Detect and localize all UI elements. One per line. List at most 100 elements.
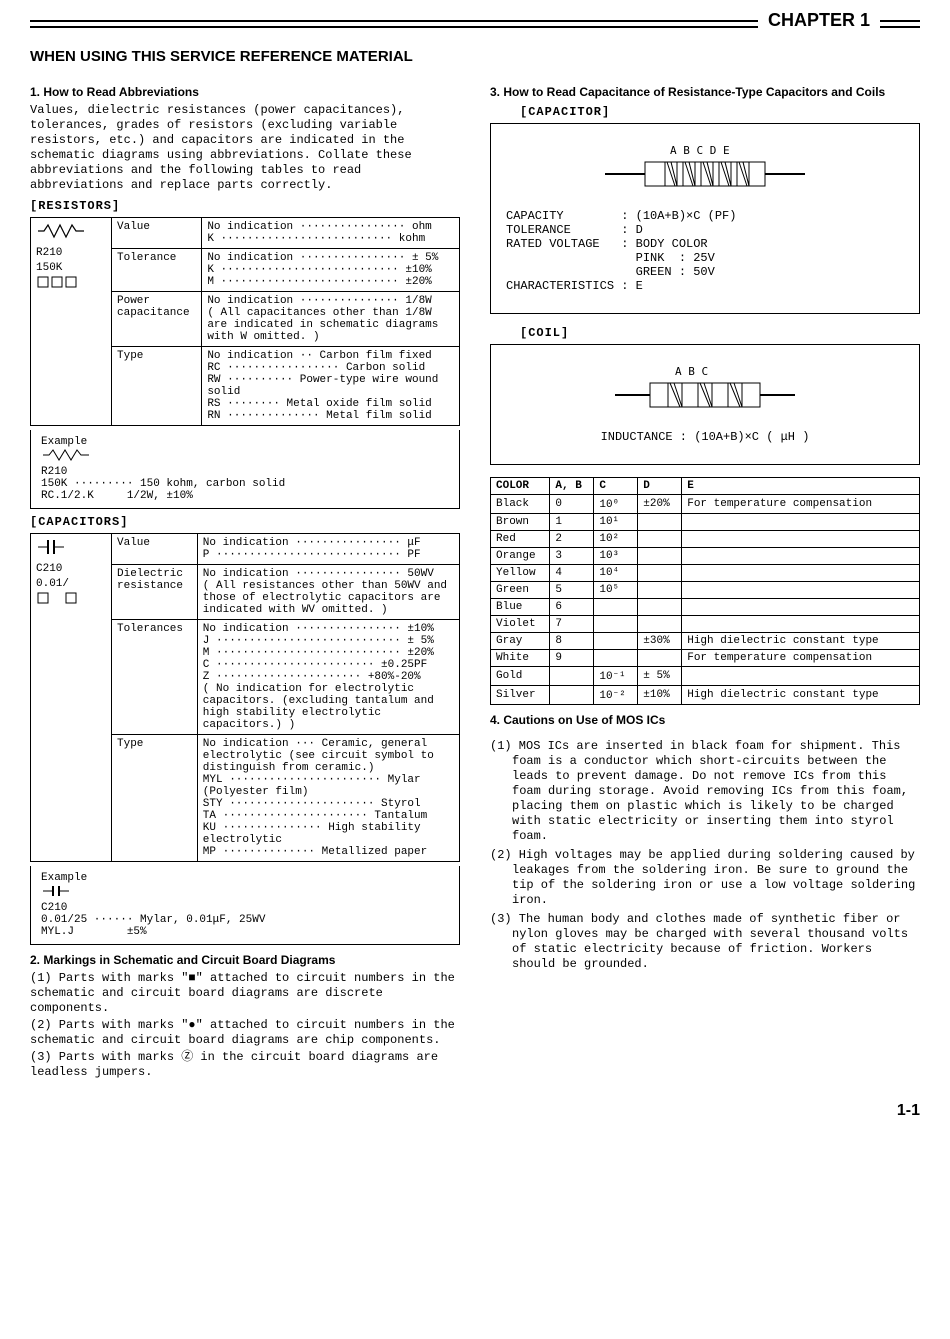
table-cell: 6 (550, 599, 594, 616)
table-header: C (594, 478, 638, 495)
table-cell: 5 (550, 582, 594, 599)
coil-diagram: A B C INDUCTANCE : (10A+B)×C ( μH ) (490, 344, 920, 465)
table-cell: White (491, 650, 550, 667)
table-cell: Violet (491, 616, 550, 633)
diagram-line: GREEN : 50V (506, 265, 904, 279)
row-val: No indication ················ ± 5% K ··… (202, 249, 460, 292)
capacitor-icon (36, 537, 66, 557)
caution-item: (1) MOS ICs are inserted in black foam f… (490, 739, 920, 844)
table-cell (638, 599, 682, 616)
box-icon (36, 591, 86, 605)
coil-diagram-label: [COIL] (520, 326, 920, 340)
row-key: Dielectric resistance (112, 565, 198, 620)
table-cell (682, 599, 920, 616)
caution-item: (3) The human body and clothes made of s… (490, 912, 920, 972)
table-cell (682, 514, 920, 531)
box-icon (36, 275, 86, 289)
table-row: Violet7 (491, 616, 920, 633)
table-header: D (638, 478, 682, 495)
table-row: Gray8±30%High dielectric constant type (491, 633, 920, 650)
table-cell (682, 565, 920, 582)
resistor-symbol-text: R210 150K (36, 247, 62, 273)
row-val: No indication ··· Ceramic, general elect… (197, 735, 459, 862)
diagram-line: RATED VOLTAGE : BODY COLOR (506, 237, 904, 251)
table-cell: ±10% (638, 686, 682, 705)
table-cell: 10⁰ (594, 495, 638, 514)
table-cell: Blue (491, 599, 550, 616)
sec1-intro: Values, dielectric resistances (power ca… (30, 103, 460, 193)
chapter-label: CHAPTER 1 (758, 10, 880, 31)
caution-item: (2) High voltages may be applied during … (490, 848, 920, 908)
table-header: COLOR (491, 478, 550, 495)
table-cell: Green (491, 582, 550, 599)
svg-text:A B C D E: A B C D E (670, 144, 730, 157)
capacitor-symbol-cell: C210 0.01/ (31, 534, 112, 862)
capacitor-body-icon: A B C D E (595, 144, 815, 194)
capacitors-table: C210 0.01/ Value No indication ·········… (30, 533, 460, 862)
table-cell: ± 5% (638, 667, 682, 686)
diagram-line: CAPACITY : (10A+B)×C (PF) (506, 209, 904, 223)
table-row: Red210² (491, 531, 920, 548)
row-key: Value (112, 534, 198, 565)
resistors-label: [RESISTORS] (30, 199, 460, 213)
table-cell: 10⁻² (594, 686, 638, 705)
resistors-table: R210 150K Value No indication ··········… (30, 217, 460, 426)
row-val: No indication ················ ±10% J ··… (197, 620, 459, 735)
resistor-symbol-cell: R210 150K (31, 218, 112, 426)
table-row: Brown110¹ (491, 514, 920, 531)
table-cell: 9 (550, 650, 594, 667)
table-header: A, B (550, 478, 594, 495)
resistor-icon (41, 448, 91, 462)
table-cell (594, 633, 638, 650)
table-cell: Black (491, 495, 550, 514)
color-code-table: COLORA, BCDE Black010⁰±20%For temperatur… (490, 477, 920, 705)
chapter-header: CHAPTER 1 (30, 20, 920, 28)
resistor-icon (36, 221, 86, 241)
table-cell (682, 616, 920, 633)
capacitor-icon (41, 884, 71, 898)
cautions-list: (1) MOS ICs are inserted in black foam f… (490, 739, 920, 972)
row-key: Tolerances (112, 620, 198, 735)
sec4-heading: 4. Cautions on Use of MOS ICs (490, 713, 920, 727)
capacitor-diagram: A B C D E CAPACITY : (10A+B)×C (PF) TOLE… (490, 123, 920, 314)
sec2-item: (2) Parts with marks "●" attached to cir… (30, 1018, 460, 1048)
table-cell (682, 667, 920, 686)
diagram-line: TOLERANCE : D (506, 223, 904, 237)
table-cell (594, 616, 638, 633)
sec1-heading: 1. How to Read Abbreviations (30, 85, 460, 99)
table-row: Gold 10⁻¹± 5% (491, 667, 920, 686)
table-cell: 3 (550, 548, 594, 565)
table-row: Silver10⁻²±10%High dielectric constant t… (491, 686, 920, 705)
table-cell: Gray (491, 633, 550, 650)
sec3-heading: 3. How to Read Capacitance of Resistance… (490, 85, 920, 99)
example-text: R210 150K ········· 150 kohm, carbon sol… (41, 466, 285, 502)
sec2-item: (1) Parts with marks "■" attached to cir… (30, 971, 460, 1016)
table-row: Orange310³ (491, 548, 920, 565)
example-label: Example (41, 872, 87, 884)
left-column: 1. How to Read Abbreviations Values, die… (30, 77, 460, 1082)
capacitors-label: [CAPACITORS] (30, 515, 460, 529)
svg-text:A B C: A B C (675, 365, 708, 378)
row-val: No indication ·· Carbon film fixed RC ··… (202, 347, 460, 426)
table-cell: Orange (491, 548, 550, 565)
table-cell: Red (491, 531, 550, 548)
example-text: C210 0.01/25 ······ Mylar, 0.01μF, 25WV … (41, 902, 265, 938)
table-cell: Silver (491, 686, 550, 705)
row-key: Tolerance (112, 249, 202, 292)
table-cell: 10⁵ (594, 582, 638, 599)
table-cell: Yellow (491, 565, 550, 582)
table-cell: 7 (550, 616, 594, 633)
row-val: No indication ················ 50WV ( Al… (197, 565, 459, 620)
table-cell: Gold (491, 667, 550, 686)
table-cell (638, 565, 682, 582)
table-cell: 10² (594, 531, 638, 548)
sec2-item: (3) Parts with marks Ⓩ in the circuit bo… (30, 1050, 460, 1080)
table-cell: ±30% (638, 633, 682, 650)
capacitor-symbol-text: C210 0.01/ (36, 563, 69, 589)
table-cell (638, 582, 682, 599)
table-cell: 10⁻¹ (594, 667, 638, 686)
diagram-line: CHARACTERISTICS : E (506, 279, 904, 293)
capacitor-example: Example C210 0.01/25 ······ Mylar, 0.01μ… (30, 866, 460, 945)
table-cell (550, 667, 594, 686)
table-cell: High dielectric constant type (682, 633, 920, 650)
